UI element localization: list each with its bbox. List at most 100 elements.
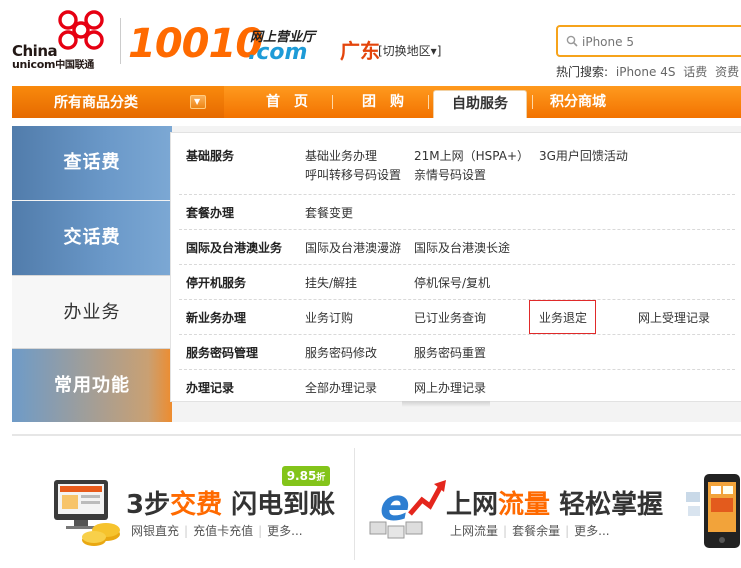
submenu-link[interactable]: 国际及台港澳漫游 [305,239,401,256]
promo-title-prefix: 3步 [126,490,171,520]
submenu-link[interactable]: 挂失/解挂 [305,274,357,291]
discount-unit: 折 [316,473,326,483]
chevron-down-icon: ▼ [194,97,201,106]
submenu-link[interactable]: 3G用户回馈活动 [539,147,628,164]
submenu-link[interactable]: 国际及台港澳长途 [414,239,510,256]
nav-divider [428,95,429,109]
switch-region-link[interactable]: [切换地区▾] [378,42,441,59]
nav-points-mall[interactable]: 积分商城 [538,86,618,118]
promo-link-more[interactable]: 更多... [574,524,609,538]
submenu-row-international: 国际及台港澳业务 国际及台港澳漫游 国际及台港澳长途 [179,230,735,265]
submenu-row-new-business: 新业务办理 业务订购 已订业务查询 业务退定 网上受理记录 [179,300,735,335]
main-nav: 所有商品分类 ▼ 首 页 团 购 自助服务 积分商城 [12,86,741,118]
logo-divider [120,18,121,64]
search-input[interactable] [582,31,741,53]
submenu-link[interactable]: 套餐变更 [305,204,353,221]
submenu-link[interactable]: 基础业务办理 [305,147,377,164]
submenu-link[interactable]: 停机保号/复机 [414,274,490,291]
promo-title-suffix: 闪电到账 [222,490,336,520]
promo-title-accent: 交费 [170,490,223,520]
nav-home[interactable]: 首 页 [252,86,322,118]
submenu-row-suspend: 停开机服务 挂失/解挂 停机保号/复机 [179,265,735,300]
submenu-row-password: 服务密码管理 服务密码修改 服务密码重置 [179,335,735,370]
promo-traffic-links: 上网流量 | 套餐余量 | 更多... [450,522,610,539]
promo-traffic[interactable]: e 上网流量 轻松掌握 上网流量 | 套餐余量 | 更多... [358,436,678,568]
logo-unicom-text: unicom中国联通 [12,56,94,71]
hot-search-bar: 热门搜索: iPhone 4S 话费 资费 送 [556,63,741,80]
side-tabs: 查话费 交话费 办业务 常用功能 [12,126,172,422]
promo-payment-title: 3步交费 闪电到账 [126,484,335,521]
promo-link-online-bank[interactable]: 网银直充 [131,524,179,538]
svg-text:e: e [380,480,410,531]
link-separator: | [565,524,570,538]
monitor-coins-icon [54,480,120,546]
promo-link-data-usage[interactable]: 上网流量 [450,524,498,538]
hall-number-logo[interactable]: 10010 [128,20,263,68]
hot-search-item[interactable]: iPhone 4S [616,65,676,79]
hall-com: .com [248,40,308,65]
submenu-heading: 办理记录 [186,381,235,395]
smartphone-icon[interactable] [684,472,741,552]
submenu-heading: 服务密码管理 [186,346,259,360]
discount-value: 9.85 [286,469,317,483]
link-separator: | [503,524,508,538]
submenu-row-basic-services: 基础服务 基础业务办理 21M上网（HSPA+） 3G用户回馈活动 呼叫转移号码… [179,133,735,195]
unsubscribe-business-link[interactable]: 业务退定 [529,300,597,334]
submenu-row-plan: 套餐办理 套餐变更 [179,195,735,230]
tab-check-balance[interactable]: 查话费 [12,126,172,200]
submenu-link[interactable]: 网上办理记录 [414,379,486,396]
promo-link-plan-balance[interactable]: 套餐余量 [512,524,560,538]
self-service-panel: 查话费 交话费 办业务 常用功能 基础服务 基础业务办理 21M上网（HSPA+… [12,126,741,422]
submenu-heading: 套餐办理 [186,206,235,220]
submenu-heading: 新业务办理 [186,311,247,325]
logo-unicom-cn: 中国联通 [55,60,94,71]
promo-link-more[interactable]: 更多... [267,524,302,538]
unicom-knot-logo-icon[interactable] [50,8,112,52]
tab-common-functions[interactable]: 常用功能 [12,349,172,422]
submenu-heading: 停开机服务 [186,276,247,290]
submenu-link[interactable]: 亲情号码设置 [414,166,486,183]
search-box[interactable] [556,25,741,57]
link-separator: | [258,524,263,538]
nav-divider [532,95,533,109]
promo-title-suffix: 轻松掌握 [550,490,664,520]
submenu-link[interactable]: 全部办理记录 [305,379,377,396]
site-header: China unicom中国联通 10010 网上营业厅 .com 广东 [切换… [0,0,741,86]
submenu-link[interactable]: 21M上网（HSPA+） [414,147,529,164]
submenu-heading: 国际及台港澳业务 [186,241,283,255]
submenu-link[interactable]: 已订业务查询 [414,309,486,326]
submenu-heading: 基础服务 [186,149,235,163]
promo-title-accent: 流量 [498,490,551,520]
business-submenu: 基础服务 基础业务办理 21M上网（HSPA+） 3G用户回馈活动 呼叫转移号码… [170,132,741,402]
promo-link-card-recharge[interactable]: 充值卡充值 [193,524,253,538]
submenu-link[interactable]: 服务密码修改 [305,344,377,361]
link-separator: | [184,524,189,538]
panel-shadow [402,401,490,407]
submenu-link[interactable]: 业务订购 [305,309,353,326]
promo-traffic-title: 上网流量 轻松掌握 [446,484,663,521]
internet-e-icon: e [369,480,446,539]
hot-search-label: 热门搜索: [556,65,609,79]
submenu-link[interactable]: 服务密码重置 [414,344,486,361]
hot-search-item[interactable]: 话费 [683,65,707,79]
promo-title-prefix: 上网 [446,490,499,520]
nav-group-buy[interactable]: 团 购 [348,86,418,118]
all-categories-label: 所有商品分类 [54,95,138,111]
promo-area: 9.85折 3步交费 闪电到账 网银直充 | 充值卡充值 | 更多... e 上网流量 … [12,434,741,568]
nav-self-service[interactable]: 自助服务 [433,90,527,118]
all-categories-menu[interactable]: 所有商品分类 ▼ [12,86,224,118]
current-region: 广东 [340,39,380,63]
categories-dropdown-button[interactable]: ▼ [190,95,206,109]
discount-badge: 9.85折 [282,466,330,486]
promo-payment-links: 网银直充 | 充值卡充值 | 更多... [131,522,303,539]
promo-payment[interactable]: 9.85折 3步交费 闪电到账 网银直充 | 充值卡充值 | 更多... [12,436,352,568]
hot-search-item[interactable]: 资费 [715,65,739,79]
submenu-link[interactable]: 呼叫转移号码设置 [305,166,401,183]
nav-divider [332,95,333,109]
submenu-link[interactable]: 网上受理记录 [638,309,710,326]
tab-pay-bill[interactable]: 交话费 [12,201,172,275]
submenu-row-records: 办理记录 全部办理记录 网上办理记录 [179,370,735,405]
search-icon[interactable] [566,35,578,47]
logo-unicom-en: unicom [12,58,56,71]
tab-business-handling[interactable]: 办业务 [12,275,172,349]
